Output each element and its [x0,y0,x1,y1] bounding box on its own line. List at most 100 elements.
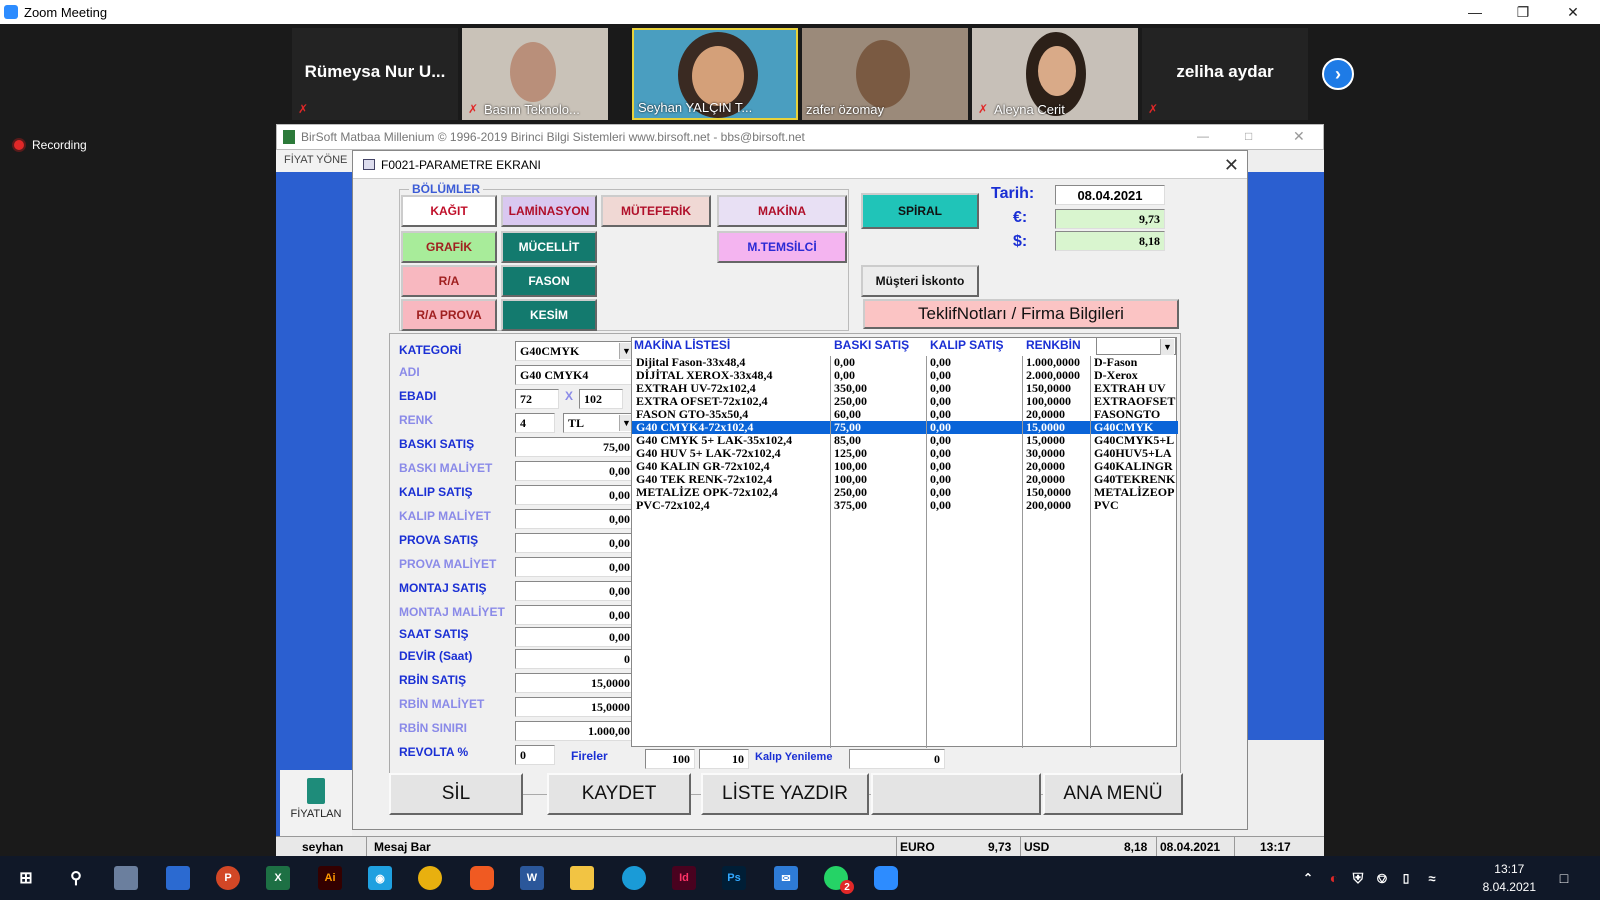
list-item-code[interactable]: G40CMYK5+L [1094,434,1176,447]
kaydet-button[interactable]: KAYDET [547,773,691,815]
file-explorer-icon[interactable] [570,866,594,890]
list-item-code[interactable]: G40KALINGR [1094,460,1176,473]
list-item-baski-satis[interactable]: 0,00 [834,369,924,382]
list-item-name[interactable]: G40 TEK RENK-72x102,4 [636,473,828,486]
list-item-name[interactable]: PVC-72x102,4 [636,499,828,512]
excel-icon[interactable]: X [266,866,290,890]
kategori-select[interactable]: G40CMYK ▼ [515,341,635,361]
list-item-baski-satis[interactable]: 85,00 [834,434,924,447]
list-item-kalip-satis[interactable]: 0,00 [930,434,1020,447]
birsoft-maximize-icon[interactable]: □ [1245,129,1252,143]
fire-2-field[interactable]: 10 [699,749,749,769]
list-item-kalip-satis[interactable]: 0,00 [930,460,1020,473]
zoom-app-icon[interactable] [874,866,898,890]
col-header-renkbin[interactable]: RENKBİN [1026,338,1081,352]
list-item-kalip-satis[interactable]: 0,00 [930,486,1020,499]
list-item-name[interactable]: G40 KALIN GR-72x102,4 [636,460,828,473]
list-item-renkbin[interactable]: 150,0000 [1026,382,1088,395]
list-item-name[interactable]: Dijital Fason-33x48,4 [636,356,828,369]
security-shield-icon[interactable]: ⛨ [1346,866,1370,890]
list-item-code[interactable]: EXTRAH UV [1094,382,1176,395]
windows-start-icon[interactable]: ⊞ [14,866,38,890]
tarih-field[interactable]: 08.04.2021 [1055,185,1165,205]
fire-1-field[interactable]: 100 [645,749,695,769]
list-item-code[interactable]: EXTRAOFSET [1094,395,1176,408]
list-item-kalip-satis[interactable]: 0,00 [930,473,1020,486]
list-item-name[interactable]: DİJİTAL XEROX-33x48,4 [636,369,828,382]
col-header-makina[interactable]: MAKİNA LİSTESİ [634,338,730,352]
list-item-renkbin[interactable]: 20,0000 [1026,408,1088,421]
fiyatlandirma-shortcut[interactable]: FİYATLAN [280,770,352,840]
battery-icon[interactable]: ▯ [1394,866,1418,890]
kalip-satis-field[interactable]: 0,00 [515,485,635,505]
notification-center-icon[interactable]: □ [1552,866,1576,890]
participant-tile[interactable]: ✗ Aleyna Cerit [972,28,1138,120]
participant-tile[interactable]: zeliha aydar ✗ [1142,28,1308,120]
list-item-name[interactable]: EXTRA OFSET-72x102,4 [636,395,828,408]
adi-field[interactable]: G40 CMYK4 [515,365,635,385]
birsoft-minimize-icon[interactable]: — [1197,129,1209,143]
list-item-baski-satis[interactable]: 75,00 [834,421,924,434]
rbin-satis-field[interactable]: 15,0000 [515,673,635,693]
laminasyon-button[interactable]: LAMİNASYON [501,195,597,227]
list-item-baski-satis[interactable]: 100,00 [834,473,924,486]
list-item-code[interactable]: METALİZEOP [1094,486,1176,499]
empty-button[interactable] [871,773,1041,815]
dialog-close-icon[interactable]: ✕ [1224,155,1239,176]
list-item-renkbin[interactable]: 30,0000 [1026,447,1088,460]
list-item-kalip-satis[interactable]: 0,00 [930,356,1020,369]
list-item-baski-satis[interactable]: 375,00 [834,499,924,512]
camera-app-icon[interactable]: ◉ [368,866,392,890]
list-item-baski-satis[interactable]: 0,00 [834,356,924,369]
spiral-button[interactable]: SPİRAL [861,193,979,229]
col-header-baski-satis[interactable]: BASKI SATIŞ [834,338,909,352]
microphone-icon[interactable]: ⎊ [1370,866,1394,890]
list-item-kalip-satis[interactable]: 0,00 [930,408,1020,421]
list-item-renkbin[interactable]: 20,0000 [1026,460,1088,473]
list-item-baski-satis[interactable]: 100,00 [834,460,924,473]
word-icon[interactable]: W [520,866,544,890]
list-item-name[interactable]: EXTRAH UV-72x102,4 [636,382,828,395]
indesign-icon[interactable]: Id [672,866,696,890]
kesim-button[interactable]: KESİM [501,299,597,331]
baski-satis-field[interactable]: 75,00 [515,437,635,457]
kagit-button[interactable]: KAĞIT [401,195,497,227]
fiyat-yonetimi-tab[interactable]: FİYAT YÖNE [276,150,352,172]
col-header-kalip-satis[interactable]: KALIP SATIŞ [930,338,1004,352]
list-item-baski-satis[interactable]: 350,00 [834,382,924,395]
next-page-arrow-icon[interactable]: › [1322,58,1354,90]
prova-maliyet-field[interactable]: 0,00 [515,557,635,577]
teklif-notlari-button[interactable]: TeklifNotları / Firma Bilgileri [863,299,1179,329]
powerpoint-icon[interactable]: P [216,866,240,890]
kalip-yenileme-field[interactable]: 0 [849,749,945,769]
minimize-icon[interactable]: — [1452,0,1498,24]
list-item-name[interactable]: G40 HUV 5+ LAK-72x102,4 [636,447,828,460]
list-item-code[interactable]: D-Fason [1094,356,1176,369]
grafik-button[interactable]: GRAFİK [401,231,497,263]
makina-button[interactable]: MAKİNA [717,195,847,227]
mail-icon[interactable]: ✉ [774,866,798,890]
devir-field[interactable]: 0 [515,649,635,669]
revolta-field[interactable]: 0 [515,745,555,765]
list-item-code[interactable]: PVC [1094,499,1176,512]
paint-app-icon[interactable] [114,866,138,890]
chevron-down-icon[interactable]: ▼ [1160,339,1174,355]
restore-icon[interactable]: ❐ [1500,0,1546,24]
list-item-code[interactable]: G40CMYK [1094,421,1176,434]
euro-rate-field[interactable]: 9,73 [1055,209,1165,229]
fason-button[interactable]: FASON [501,265,597,297]
participant-tile[interactable]: Rümeysa Nur U... ✗ [292,28,458,120]
baski-maliyet-field[interactable]: 0,00 [515,461,635,481]
list-item-kalip-satis[interactable]: 0,00 [930,395,1020,408]
list-item-renkbin[interactable]: 1.000,0000 [1026,356,1088,369]
list-item-name[interactable]: G40 CMYK4-72x102,4 [636,421,828,434]
list-item-code[interactable]: G40HUV5+LA [1094,447,1176,460]
ra-button[interactable]: R/A [401,265,497,297]
prova-satis-field[interactable]: 0,00 [515,533,635,553]
participant-tile[interactable]: ✗ Basım Teknolo... [462,28,608,120]
list-item-baski-satis[interactable]: 250,00 [834,395,924,408]
chevron-up-icon[interactable]: ⌃ [1296,866,1320,890]
whatsapp-icon[interactable]: 2 [824,866,854,894]
list-item-renkbin[interactable]: 2.000,0000 [1026,369,1088,382]
list-item-code[interactable]: G40TEKRENK [1094,473,1176,486]
